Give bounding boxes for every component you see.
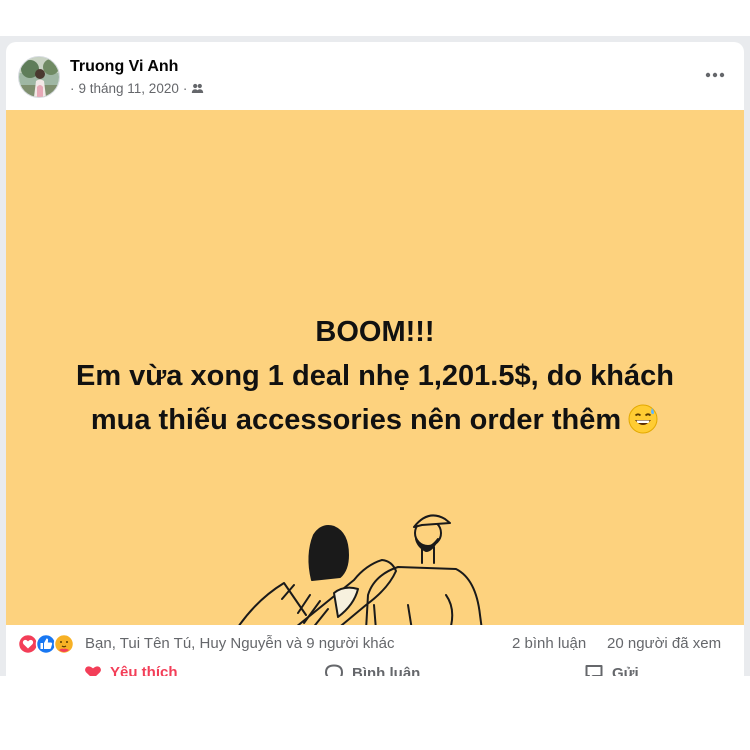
like-label: Yêu thích [110, 663, 178, 677]
comment-label: Bình luận [352, 664, 421, 677]
more-options-button[interactable] [700, 62, 730, 88]
reaction-icons[interactable] [18, 633, 82, 655]
friends-privacy-icon[interactable] [191, 82, 204, 95]
comment-button[interactable]: Bình luận [324, 663, 420, 676]
bottom-crop-area [0, 676, 750, 750]
share-button[interactable]: Gửi [584, 663, 639, 676]
post-footer: Bạn, Tui Tên Tú, Huy Nguyễn và 9 người k… [6, 625, 744, 676]
author-name[interactable]: Truong Vi Anh [70, 58, 178, 76]
post-text-line-2: Em vừa xong 1 deal nhẹ 1,201.5$, do khác… [75, 360, 674, 392]
comments-count[interactable]: 2 bình luận [512, 635, 586, 652]
meta-separator: · [182, 81, 188, 96]
share-label: Gửi [612, 664, 639, 677]
like-reaction-icon [35, 633, 57, 655]
meta-separator: · [70, 81, 75, 96]
post-header: Truong Vi Anh · 9 tháng 11, 2020 · [6, 42, 744, 110]
post-date[interactable]: 9 tháng 11, 2020 [79, 81, 179, 96]
heart-icon [85, 666, 101, 676]
grinning-sweat-emoji [627, 403, 659, 435]
avatar-photo [19, 57, 59, 97]
post-card: Truong Vi Anh · 9 tháng 11, 2020 · BOOM!… [6, 42, 744, 676]
comment-icon [324, 664, 344, 676]
people-illustration [238, 514, 483, 625]
views-count[interactable]: 20 người đã xem [607, 635, 721, 652]
post-text-line-1: BOOM!!! [315, 316, 435, 348]
reactions-summary[interactable]: Bạn, Tui Tên Tú, Huy Nguyễn và 9 người k… [85, 635, 395, 652]
love-reaction-icon [18, 633, 39, 655]
action-row: Yêu thích Bình luận Gửi [6, 663, 744, 676]
post-meta: · 9 tháng 11, 2020 · [70, 81, 204, 96]
care-reaction-icon [53, 633, 75, 655]
author-avatar[interactable] [18, 56, 60, 98]
post-text-line-3: mua thiếu accessories nên order thêm [6, 398, 744, 442]
send-icon [585, 665, 603, 676]
more-options-icon [705, 72, 725, 78]
post-text: BOOM!!! Em vừa xong 1 deal nhẹ 1,201.5$,… [6, 310, 744, 442]
post-image[interactable]: BOOM!!! Em vừa xong 1 deal nhẹ 1,201.5$,… [6, 110, 744, 625]
like-button[interactable]: Yêu thích [84, 663, 178, 676]
top-strip [0, 0, 750, 36]
